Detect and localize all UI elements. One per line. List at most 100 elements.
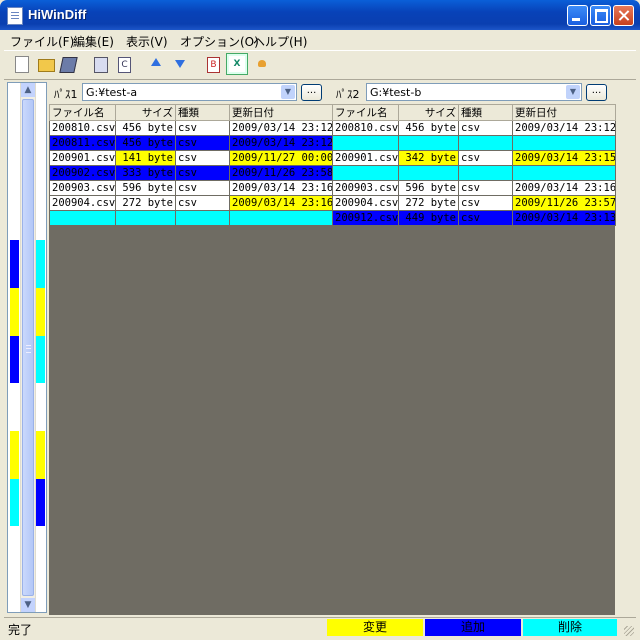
right-path-combo[interactable]: G:¥test-b ▼ [366, 83, 582, 101]
left-date-cell[interactable] [229, 210, 333, 226]
left-date-cell[interactable]: 2009/11/27 00:00 [229, 150, 333, 166]
new-file-icon[interactable] [15, 56, 29, 73]
left-name-cell[interactable]: 200903.csv [49, 180, 116, 196]
right-date-cell[interactable] [512, 165, 616, 181]
right-name-cell[interactable]: 200903.csv [332, 180, 399, 196]
right-name-cell[interactable]: 200912.csv [332, 210, 399, 226]
col-header-left-date[interactable]: 更新日付 [229, 104, 333, 121]
file-compare-grid[interactable]: ファイル名 サイズ 種類 更新日付 ファイル名 サイズ 種類 更新日付 2008… [49, 104, 616, 226]
resize-grip-icon[interactable] [624, 626, 634, 636]
right-type-cell[interactable] [458, 165, 513, 181]
right-type-cell[interactable]: csv [458, 195, 513, 211]
copy-left-icon[interactable] [94, 57, 108, 73]
left-name-cell[interactable]: 200904.csv [49, 195, 116, 211]
left-name-cell[interactable]: 200902.csv [49, 165, 116, 181]
excel-export-icon[interactable]: X [226, 53, 248, 75]
left-type-cell[interactable]: csv [175, 165, 230, 181]
copy-right-icon[interactable]: C [118, 57, 131, 73]
right-type-cell[interactable] [458, 135, 513, 151]
right-size-cell[interactable]: 272 byte [398, 195, 459, 211]
right-size-cell[interactable]: 449 byte [398, 210, 459, 226]
settings-icon[interactable] [258, 60, 266, 67]
left-name-cell[interactable]: 200810.csv [49, 120, 116, 136]
right-size-cell[interactable]: 456 byte [398, 120, 459, 136]
table-row[interactable]: 200903.csv 596 byte csv 2009/03/14 23:16 200… [49, 180, 616, 196]
table-row[interactable]: 200811.csv 456 byte csv 2009/03/14 23:12 [49, 135, 616, 151]
text-report-icon[interactable]: B [207, 57, 220, 73]
close-button[interactable] [613, 5, 634, 26]
right-size-cell[interactable] [398, 135, 459, 151]
right-date-cell[interactable]: 2009/03/14 23:15 [512, 150, 616, 166]
prev-diff-arrow-icon[interactable] [151, 58, 161, 66]
left-date-cell[interactable]: 2009/03/14 23:12 [229, 120, 333, 136]
minimize-button[interactable] [567, 5, 588, 26]
menu-help[interactable]: ヘルプ(H) [253, 33, 307, 50]
table-row[interactable]: 200904.csv 272 byte csv 2009/03/14 23:16 200… [49, 195, 616, 211]
right-date-cell[interactable]: 2009/03/14 23:16 [512, 180, 616, 196]
left-date-cell[interactable]: 2009/03/14 23:16 [229, 180, 333, 196]
scroll-down-arrow-icon[interactable]: ▼ [21, 598, 35, 612]
right-name-cell[interactable]: 200904.csv [332, 195, 399, 211]
left-size-cell[interactable]: 141 byte [115, 150, 176, 166]
title-bar[interactable]: HiWinDiff [0, 0, 640, 30]
left-size-cell[interactable] [115, 210, 176, 226]
left-path-combo[interactable]: G:¥test-a ▼ [82, 83, 297, 101]
right-name-cell[interactable] [332, 135, 399, 151]
left-size-cell[interactable]: 333 byte [115, 165, 176, 181]
left-type-cell[interactable]: csv [175, 150, 230, 166]
col-header-left-name[interactable]: ファイル名 [49, 104, 116, 121]
menu-options[interactable]: オプション(O) [180, 33, 259, 50]
scroll-thumb[interactable] [22, 99, 34, 596]
right-browse-button[interactable]: ... [586, 84, 607, 101]
left-date-cell[interactable]: 2009/03/14 23:16 [229, 195, 333, 211]
left-size-cell[interactable]: 272 byte [115, 195, 176, 211]
scroll-up-arrow-icon[interactable]: ▲ [21, 83, 35, 97]
right-size-cell[interactable]: 342 byte [398, 150, 459, 166]
right-name-cell[interactable]: 200901.csv [332, 150, 399, 166]
left-type-cell[interactable] [175, 210, 230, 226]
right-date-cell[interactable] [512, 135, 616, 151]
left-type-cell[interactable]: csv [175, 120, 230, 136]
table-row[interactable]: 200810.csv 456 byte csv 2009/03/14 23:12 200… [49, 120, 616, 136]
col-header-right-name[interactable]: ファイル名 [332, 104, 399, 121]
col-header-right-type[interactable]: 種類 [458, 104, 513, 121]
menu-view[interactable]: 表示(V) [126, 33, 168, 50]
left-name-cell[interactable] [49, 210, 116, 226]
left-date-cell[interactable]: 2009/03/14 23:12 [229, 135, 333, 151]
save-icon[interactable] [59, 57, 78, 73]
right-date-cell[interactable]: 2009/03/14 23:13 [512, 210, 616, 226]
left-browse-button[interactable]: ... [301, 84, 322, 101]
menu-file[interactable]: ファイル(F) [10, 33, 74, 50]
left-type-cell[interactable]: csv [175, 135, 230, 151]
left-name-cell[interactable]: 200811.csv [49, 135, 116, 151]
table-row[interactable]: 200912.csv 449 byte csv 2009/03/14 23:13 [49, 210, 616, 226]
chevron-down-icon[interactable]: ▼ [566, 85, 580, 99]
col-header-right-size[interactable]: サイズ [398, 104, 459, 121]
right-size-cell[interactable]: 596 byte [398, 180, 459, 196]
right-name-cell[interactable] [332, 165, 399, 181]
col-header-left-size[interactable]: サイズ [115, 104, 176, 121]
left-type-cell[interactable]: csv [175, 195, 230, 211]
left-type-cell[interactable]: csv [175, 180, 230, 196]
left-size-cell[interactable]: 596 byte [115, 180, 176, 196]
diff-overview-bar[interactable]: ▲ ▼ [7, 82, 47, 613]
menu-edit[interactable]: 編集(E) [73, 33, 114, 50]
left-name-cell[interactable]: 200901.csv [49, 150, 116, 166]
maximize-button[interactable] [590, 5, 611, 26]
right-type-cell[interactable]: csv [458, 210, 513, 226]
col-header-left-type[interactable]: 種類 [175, 104, 230, 121]
next-diff-arrow-icon[interactable] [175, 60, 185, 68]
right-type-cell[interactable]: csv [458, 120, 513, 136]
right-date-cell[interactable]: 2009/11/26 23:57 [512, 195, 616, 211]
open-folder-icon[interactable] [38, 59, 55, 72]
left-date-cell[interactable]: 2009/11/26 23:58 [229, 165, 333, 181]
left-size-cell[interactable]: 456 byte [115, 135, 176, 151]
left-size-cell[interactable]: 456 byte [115, 120, 176, 136]
table-row[interactable]: 200902.csv 333 byte csv 2009/11/26 23:58 [49, 165, 616, 181]
right-size-cell[interactable] [398, 165, 459, 181]
right-name-cell[interactable]: 200810.csv [332, 120, 399, 136]
right-date-cell[interactable]: 2009/03/14 23:12 [512, 120, 616, 136]
right-type-cell[interactable]: csv [458, 180, 513, 196]
right-type-cell[interactable]: csv [458, 150, 513, 166]
table-row[interactable]: 200901.csv 141 byte csv 2009/11/27 00:00 200… [49, 150, 616, 166]
